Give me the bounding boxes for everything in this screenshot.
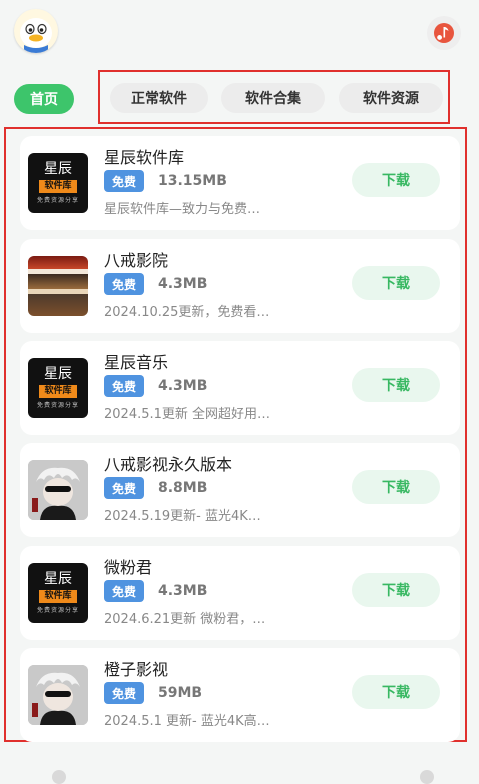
- logo-subtitle: 软件库: [39, 385, 77, 398]
- app-card[interactable]: 星辰 软件库 免费资源分享 星辰音乐 免费 4.3MB 2024.5.1更新 全网超好用… 下…: [20, 341, 460, 435]
- logo-footer: 免费资源分享: [36, 607, 79, 614]
- app-meta: 免费 4.3MB: [104, 273, 207, 295]
- app-card[interactable]: 星辰 软件库 免费资源分享 星辰软件库 免费 13.15MB 星辰软件库—致力与免费… 下载: [20, 136, 460, 230]
- tab-home[interactable]: 首页: [14, 84, 74, 114]
- app-card[interactable]: 星辰 软件库 免费资源分享 微粉君 免费 4.3MB 2024.6.21更新 微粉君，… 下载: [20, 546, 460, 640]
- app-card[interactable]: 八戒影视永久版本 免费 8.8MB 2024.5.19更新- 蓝光4K… 下载: [20, 443, 460, 537]
- nav-dot: [420, 770, 434, 784]
- file-size: 13.15MB: [158, 173, 227, 189]
- app-name: 橙子影视: [104, 660, 169, 679]
- bottom-nav-hint: [0, 762, 479, 784]
- anime-character-icon: [28, 665, 88, 725]
- download-button[interactable]: 下载: [352, 470, 440, 504]
- logo-title: 星辰: [44, 161, 72, 177]
- tab-software-resources[interactable]: 软件资源: [339, 83, 443, 113]
- app-card[interactable]: 橙子影视免费 59MB 2024.5.1 更新- 蓝光4K高… 下载: [20, 648, 460, 742]
- app-description: 2024.6.21更新 微粉君，…: [104, 612, 266, 627]
- app-description: 2024.5.1 更新- 蓝光4K高…: [104, 714, 270, 729]
- file-size: 8.8MB: [158, 480, 208, 496]
- free-badge: 免费: [104, 170, 144, 192]
- nav-dot: [52, 770, 66, 784]
- file-size: 4.3MB: [158, 378, 208, 394]
- app-description: 星辰软件库—致力与免费…: [104, 202, 261, 217]
- app-logo-icon: 星辰软件库免费资源分享: [28, 153, 88, 213]
- top-bar: [0, 0, 479, 66]
- free-badge: 免费: [104, 375, 144, 397]
- app-description: 2024.5.19更新- 蓝光4K…: [104, 509, 261, 524]
- app-meta: 免费 13.15MB: [104, 170, 227, 192]
- tab-software-collection[interactable]: 软件合集: [221, 83, 325, 113]
- download-button[interactable]: 下载: [352, 573, 440, 607]
- logo-subtitle: 软件库: [39, 180, 77, 193]
- free-badge: 免费: [104, 273, 144, 295]
- download-button[interactable]: 下载: [352, 675, 440, 709]
- logo-subtitle: 软件库: [39, 590, 77, 603]
- anime-character-icon: [28, 460, 88, 520]
- music-button[interactable]: [427, 16, 461, 50]
- logo-title: 星辰: [44, 366, 72, 382]
- app-description: 2024.5.1更新 全网超好用…: [104, 407, 271, 422]
- app-name: 微粉君: [104, 558, 153, 577]
- file-size: 59MB: [158, 685, 203, 701]
- app-meta: 免费 4.3MB: [104, 375, 207, 397]
- app-logo-icon: 星辰软件库免费资源分享: [28, 358, 88, 418]
- download-button[interactable]: 下载: [352, 163, 440, 197]
- app-name: 星辰软件库: [104, 148, 185, 167]
- download-button[interactable]: 下载: [352, 266, 440, 300]
- app-name: 八戒影视永久版本: [104, 455, 233, 474]
- tab-normal-software[interactable]: 正常软件: [110, 83, 208, 113]
- movie-poster-icon: [28, 256, 88, 316]
- tab-group-highlight: 正常软件 软件合集 软件资源: [98, 70, 450, 124]
- file-size: 4.3MB: [158, 276, 208, 292]
- app-meta: 免费 8.8MB: [104, 477, 207, 499]
- app-name: 八戒影院: [104, 251, 169, 270]
- category-tabs: 首页 正常软件 软件合集 软件资源: [0, 70, 479, 126]
- app-card[interactable]: 八戒影院免费 4.3MB 2024.10.25更新，免费看… 下载: [20, 239, 460, 333]
- app-meta: 免费 4.3MB: [104, 580, 207, 602]
- music-note-icon: [434, 23, 454, 43]
- app-meta: 免费 59MB: [104, 682, 202, 704]
- logo-title: 星辰: [44, 571, 72, 587]
- app-logo-icon: 星辰软件库免费资源分享: [28, 563, 88, 623]
- duck-avatar-icon[interactable]: [14, 9, 58, 53]
- logo-footer: 免费资源分享: [36, 197, 79, 204]
- free-badge: 免费: [104, 682, 144, 704]
- download-button[interactable]: 下载: [352, 368, 440, 402]
- logo-footer: 免费资源分享: [36, 402, 79, 409]
- free-badge: 免费: [104, 477, 144, 499]
- app-name: 星辰音乐: [104, 353, 169, 372]
- file-size: 4.3MB: [158, 583, 208, 599]
- free-badge: 免费: [104, 580, 144, 602]
- app-description: 2024.10.25更新，免费看…: [104, 305, 270, 320]
